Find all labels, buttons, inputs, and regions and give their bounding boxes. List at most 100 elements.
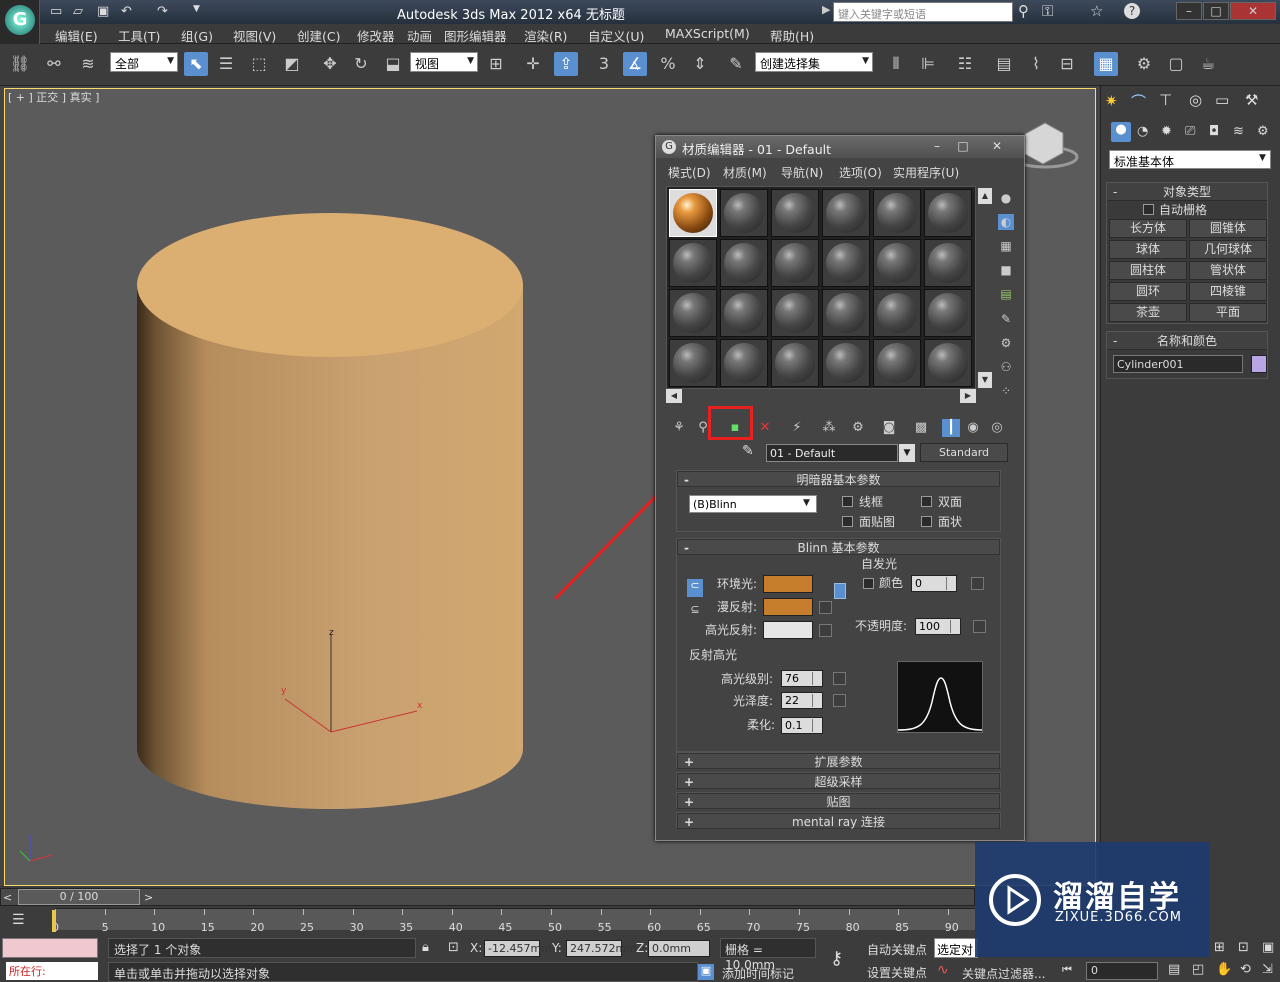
snap-toggle-icon[interactable]: 3 <box>592 52 616 76</box>
select-object-icon[interactable]: ⬉ <box>184 52 208 76</box>
material-sample-slot[interactable] <box>771 289 819 337</box>
specular-map-button[interactable] <box>819 624 832 637</box>
minimize-button[interactable]: – <box>1176 2 1202 20</box>
backlight-icon[interactable]: ◐ <box>998 214 1014 230</box>
shader-rollout-header[interactable]: - 明暗器基本参数 <box>677 471 1000 487</box>
select-by-name-icon[interactable]: ☰ <box>214 52 238 76</box>
material-sample-slot[interactable] <box>924 289 972 337</box>
maxscript-listener-mini[interactable] <box>2 938 98 958</box>
spacewarps-icon[interactable]: ≋ <box>1233 124 1244 139</box>
material-sample-slot[interactable] <box>822 339 870 387</box>
helpers-icon[interactable]: ◘ <box>1209 124 1219 139</box>
display-tab-icon[interactable]: ▭ <box>1215 91 1229 109</box>
autogrid-checkbox[interactable] <box>1143 204 1154 215</box>
geometry-icon[interactable]: ● <box>1111 122 1131 142</box>
material-sample-slot[interactable] <box>771 239 819 287</box>
field-of-view-icon[interactable]: ◰ <box>1192 962 1204 977</box>
key-icon[interactable]: ⚿ <box>1042 2 1053 20</box>
search-input[interactable]: 键入关键字或短语 <box>833 2 1013 22</box>
viewport-label[interactable]: [ + ] 正交 ] 真实 ] <box>8 89 99 105</box>
cone-button[interactable]: 圆锥体 <box>1189 219 1267 238</box>
systems-icon[interactable]: ⚙ <box>1257 124 1269 139</box>
set-key-big-icon[interactable]: ⚷ <box>830 948 843 969</box>
unlink-icon[interactable]: ⚯ <box>42 52 66 76</box>
faceted-checkbox[interactable] <box>921 516 932 527</box>
menu-modifiers[interactable]: 修改器 <box>357 26 395 45</box>
add-time-tag-label[interactable]: 添加时间标记 <box>722 965 794 982</box>
z-coord-field[interactable]: 0.0mm <box>648 940 710 957</box>
lock-selection-icon[interactable]: 🔒︎ <box>422 940 429 955</box>
render-teapot-icon[interactable]: ☕ <box>1196 52 1220 76</box>
time-slider-next[interactable]: > <box>144 891 153 904</box>
material-name-dropdown-icon[interactable]: ▼ <box>899 444 915 462</box>
extended-params-rollout[interactable]: + 扩展参数 <box>676 752 1001 769</box>
move-icon[interactable]: ✥ <box>318 52 342 76</box>
facemap-checkbox[interactable] <box>842 516 853 527</box>
plane-button[interactable]: 平面 <box>1189 303 1267 322</box>
material-sample-slot[interactable] <box>822 289 870 337</box>
name-color-header[interactable]: - 名称和颜色 <box>1107 332 1267 350</box>
close-button[interactable]: ✕ <box>1230 2 1276 20</box>
self-illum-map-button[interactable] <box>971 577 984 590</box>
lock-diffuse-specular-icon[interactable]: ⊆ <box>687 603 703 621</box>
make-unique-icon[interactable]: ⚡ <box>788 419 806 437</box>
maximize-button[interactable]: □ <box>1203 2 1229 20</box>
get-material-icon[interactable]: ⚘ <box>670 419 688 437</box>
medit-menu-material[interactable]: 材质(M) <box>723 164 767 181</box>
auto-key-button[interactable]: 自动关键点 <box>867 941 927 958</box>
go-forward-sibling-icon[interactable]: ◉ <box>964 419 982 437</box>
material-sample-slot[interactable] <box>720 339 768 387</box>
curve-editor-icon[interactable]: ⌇ <box>1024 52 1048 76</box>
time-config-icon[interactable]: ▤ <box>1168 962 1180 977</box>
specular-color-swatch[interactable] <box>763 621 813 639</box>
mental-ray-rollout[interactable]: + mental ray 连接 <box>676 812 1001 829</box>
material-sample-slot[interactable] <box>720 239 768 287</box>
material-sample-slot[interactable] <box>924 339 972 387</box>
video-color-check-icon[interactable]: ▤ <box>998 286 1014 302</box>
supersampling-rollout[interactable]: + 超级采样 <box>676 772 1001 789</box>
torus-button[interactable]: 圆环 <box>1109 282 1187 301</box>
medit-close-button[interactable]: ✕ <box>986 139 1008 154</box>
object-color-swatch[interactable] <box>1251 355 1267 373</box>
object-type-header[interactable]: - 对象类型 <box>1107 183 1267 201</box>
pivot-center-icon[interactable]: ⊞ <box>484 52 508 76</box>
redo-icon[interactable]: ↷ <box>157 4 168 19</box>
help-icon[interactable]: ? <box>1124 3 1140 19</box>
put-to-library-icon[interactable]: ⁂ <box>820 419 838 437</box>
layer-manager-icon[interactable]: ☷ <box>953 52 977 76</box>
background-icon[interactable]: ▦ <box>998 238 1014 254</box>
undo-icon[interactable]: ↶ <box>121 4 132 19</box>
menu-edit[interactable]: 编辑(E) <box>55 26 98 45</box>
set-key-button[interactable]: 设置关键点 <box>867 964 927 981</box>
zoom-extents-icon[interactable]: ⊞ <box>1214 940 1225 955</box>
material-effects-icon[interactable]: ◎ <box>988 419 1006 437</box>
glossiness-spinner[interactable]: 22 <box>781 692 823 709</box>
star-icon[interactable]: ☆ <box>1090 2 1103 20</box>
go-to-start-icon[interactable]: ⏮ <box>1062 963 1072 977</box>
object-category-select[interactable]: 标准基本体 <box>1109 150 1271 169</box>
keyboard-shortcut-icon[interactable]: ⇪ <box>554 52 578 76</box>
go-to-parent-icon[interactable]: ┃ <box>942 419 960 437</box>
binoculars-icon[interactable]: ⚲ <box>1018 2 1029 20</box>
material-effects-channel-icon[interactable]: ⚙ <box>849 419 867 437</box>
shader-type-select[interactable]: (B)Blinn <box>689 495 817 513</box>
bind-spacewarp-icon[interactable]: ≋ <box>76 52 100 76</box>
box-button[interactable]: 长方体 <box>1109 219 1187 238</box>
qat-dropdown-icon[interactable]: ▼ <box>193 4 200 14</box>
material-sample-slot[interactable] <box>873 339 921 387</box>
pick-material-eyedropper-icon[interactable]: ✎ <box>742 443 754 459</box>
cameras-icon[interactable]: ⎚ <box>1185 124 1195 139</box>
new-file-icon[interactable]: ▭ <box>50 4 62 19</box>
utilities-tab-icon[interactable]: ⚒ <box>1245 91 1258 109</box>
select-by-material-icon[interactable]: ⚇ <box>998 359 1014 375</box>
medit-menu-navigation[interactable]: 导航(N) <box>781 164 823 181</box>
material-sample-slot[interactable] <box>771 189 819 237</box>
angle-snap-icon[interactable]: ∡ <box>623 52 647 76</box>
app-logo[interactable]: G <box>0 0 40 44</box>
selection-filter-select[interactable]: 全部 <box>110 52 178 72</box>
twosided-checkbox[interactable] <box>921 496 932 507</box>
mirror-icon[interactable]: ⫴ <box>884 52 908 76</box>
material-sample-slot[interactable] <box>720 189 768 237</box>
specular-level-spinner[interactable]: 76 <box>781 670 823 687</box>
material-sample-slot[interactable] <box>771 339 819 387</box>
